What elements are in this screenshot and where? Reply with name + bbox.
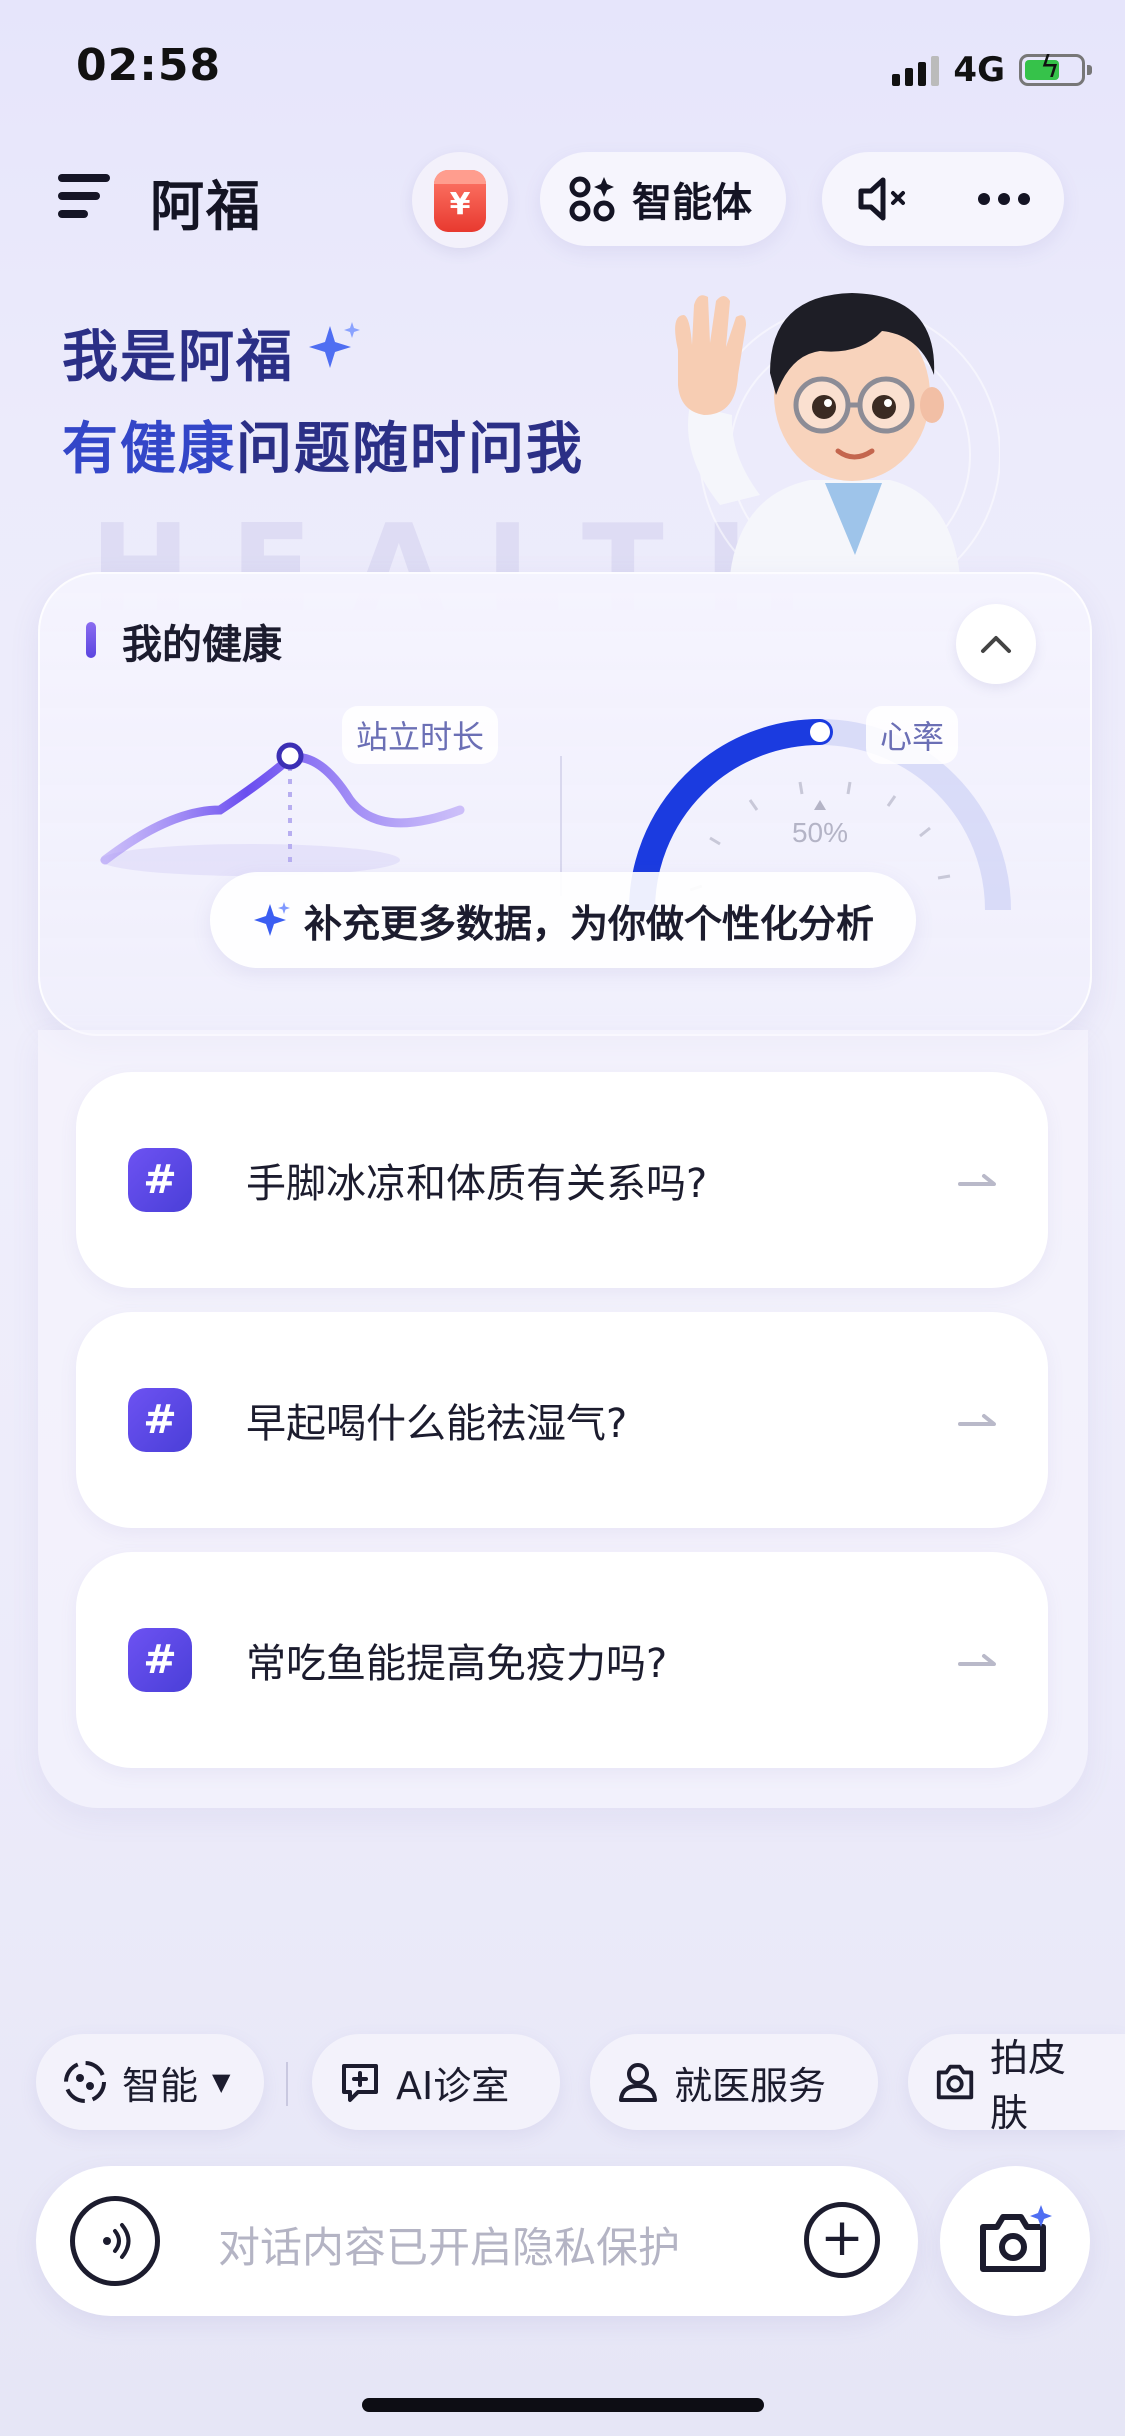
ai-clinic-button[interactable]: AI诊室: [312, 2034, 560, 2130]
chip-divider: [286, 2062, 288, 2106]
question-text: 手脚冰凉和体质有关系吗?: [246, 1161, 708, 1207]
hero-subtitle-highlight: 有健康: [62, 417, 236, 482]
question-card[interactable]: # 常吃鱼能提高免疫力吗?: [76, 1552, 1048, 1768]
skin-photo-label: 拍皮肤: [990, 2036, 1067, 2135]
doctor-avatar: [675, 293, 1000, 575]
mode-selector[interactable]: 智能 ▼: [36, 2034, 264, 2130]
hero-subtitle-rest: 问题随时问我: [236, 417, 584, 482]
hero-greeting: 我是阿福: [62, 325, 294, 390]
section-accent-bar: [86, 622, 96, 658]
camera-sparkle-icon: [980, 2205, 1052, 2272]
heart-rate-label: 心率: [866, 706, 959, 764]
yuan-icon: ¥: [434, 170, 486, 232]
sparkle-icon: [309, 322, 360, 368]
caret-down-icon: ▼: [212, 2068, 231, 2096]
question-card[interactable]: # 手脚冰凉和体质有关系吗?: [76, 1072, 1048, 1288]
medical-service-label: 就医服务: [674, 2063, 827, 2108]
hero-subtitle: 有健康问题随时问我: [62, 404, 584, 485]
hash-icon: #: [128, 1388, 192, 1452]
chevron-up-icon: [981, 636, 1011, 653]
collapse-button[interactable]: [956, 604, 1036, 684]
arrow-right-icon: [958, 1414, 996, 1426]
skin-photo-button[interactable]: 拍皮肤: [908, 2034, 1125, 2135]
message-input[interactable]: 对话内容已开启隐私保护: [218, 2214, 680, 2275]
arrow-right-icon: [958, 1654, 996, 1666]
status-icons: 4G ϟ: [892, 48, 1092, 92]
agent-icon: [569, 176, 615, 222]
agent-button[interactable]: 智能体: [540, 152, 786, 246]
hash-icon: #: [128, 1148, 192, 1212]
status-time: 02:58: [76, 40, 222, 91]
medical-service-button[interactable]: 就医服务: [590, 2034, 878, 2130]
voice-input-button[interactable]: [70, 2196, 160, 2286]
camera-button[interactable]: [940, 2166, 1090, 2316]
more-icon[interactable]: [976, 191, 1032, 207]
arrow-right-icon: [958, 1174, 996, 1186]
camera-icon: [936, 2064, 974, 2100]
red-packet-button[interactable]: ¥: [412, 152, 508, 248]
menu-icon[interactable]: [58, 172, 110, 220]
chat-plus-icon: [342, 2064, 378, 2102]
smart-mode-icon: [64, 2061, 106, 2103]
voice-icon: [103, 2223, 131, 2259]
supplement-text: 补充更多数据，为你做个性化分析: [303, 901, 874, 946]
sparkle-icon: [253, 902, 290, 936]
mute-icon[interactable]: [855, 175, 911, 223]
question-text: 常吃鱼能提高免疫力吗?: [246, 1641, 668, 1687]
battery-icon: ϟ: [1019, 53, 1092, 86]
question-text: 早起喝什么能祛湿气?: [246, 1401, 628, 1447]
question-card[interactable]: # 早起喝什么能祛湿气?: [76, 1312, 1048, 1528]
ai-clinic-label: AI诊室: [396, 2063, 510, 2108]
agent-label: 智能体: [632, 180, 752, 226]
gauge-percent: 50%: [792, 817, 848, 848]
home-indicator: [362, 2398, 764, 2412]
hash-icon: #: [128, 1628, 192, 1692]
doctor-icon: [619, 2063, 657, 2102]
signal-icon: [892, 54, 940, 86]
actions-pill: [822, 152, 1064, 246]
supplement-data-button[interactable]: 补充更多数据，为你做个性化分析: [210, 872, 916, 968]
app-title: 阿福: [150, 175, 262, 238]
standing-time-label: 站立时长: [342, 706, 499, 764]
add-attachment-button[interactable]: +: [804, 2202, 880, 2278]
health-card-title: 我的健康: [122, 622, 282, 668]
mode-label: 智能: [122, 2063, 199, 2108]
plus-icon: +: [820, 2208, 864, 2268]
network-type: 4G: [953, 50, 1005, 90]
